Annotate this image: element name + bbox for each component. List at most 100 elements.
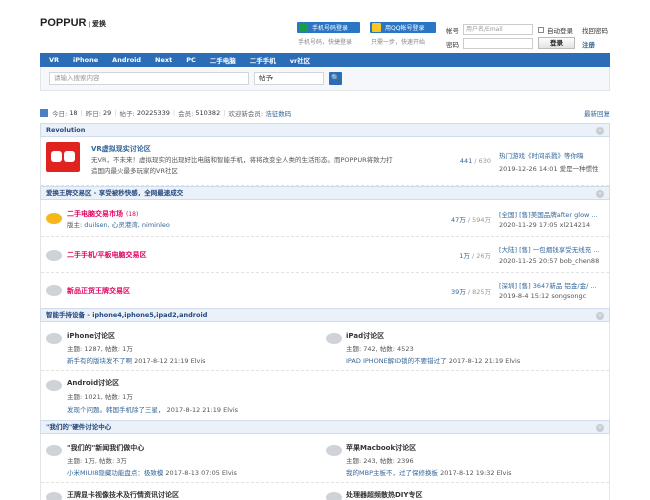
section-body-trade: 二手电脑交易市场 (18) 版主: duilsen, 心灵港湾, niminleo… [40,200,610,308]
forum-stats: 主题: 1万, 帖数: 3万 [67,457,127,465]
last-post-line: IPAD IPHONE解ID锁的不要错过了 2017-8-12 21:19 El… [346,355,606,365]
section-body-mobile: iPhone讨论区 主题: 1287, 帖数: 1万 新手有的版块发不了啊 20… [40,322,610,420]
forum-icon [46,445,62,456]
last-post-link[interactable]: 小米MIUI8隐藏功能盘点：极致模 [67,469,163,477]
forum-name-macbook[interactable]: 苹果Macbook讨论区 [346,443,416,453]
last-post-link[interactable]: [全国] [售]美国品牌after glow ... [499,209,607,219]
last-post-time: 2020-11-25 20:57 bob_chen88 [499,257,600,265]
section-title: "我们的"硬件讨论中心 [46,423,112,431]
section-header-hardware[interactable]: "我们的"硬件讨论中心 – [40,420,610,434]
forum-name-gpu[interactable]: 王牌显卡视像技术及行情资讯讨论区 [67,490,179,500]
last-post-line: 新手有的版块发不了啊 2017-8-12 21:19 Elvis [67,355,312,365]
forgot-password-link[interactable]: 找回密码 [582,25,608,35]
search-bar: 请输入搜索内容 帖子 ▾ 🔍 [40,67,610,91]
last-post-time: 2017-8-12 21:19 Elvis [166,406,239,414]
qq-icon [372,23,381,32]
forum-new-posts-icon [46,213,62,224]
section-header-trade[interactable]: 爱换王牌交易区 - 享受被秒快感，全网最速成交 – [40,186,610,200]
last-post-time: 2017-8-13 07:05 Elvis [165,469,237,477]
description-line: 造国内最火最多玩家的VR社区 [91,167,178,175]
yesterday-count: 29 [103,109,112,117]
qq-login-button[interactable]: 用QQ帐号登录 [370,22,436,33]
last-post-line: 小米MIUI8隐藏功能盘点：极致模 2017-8-13 07:05 Elvis [67,467,312,477]
section-header-revolution[interactable]: Revolution – [40,123,610,137]
forum-stats: 主题: 742, 帖数: 4523 [346,345,414,353]
nav-item-pc[interactable]: PC [179,56,203,64]
password-input[interactable] [463,38,533,49]
last-post-link[interactable]: IPAD IPHONE解ID锁的不要错过了 [346,357,447,365]
vr-headset-icon[interactable] [46,142,80,172]
forum-name-vr[interactable]: VR虚拟现实讨论区 [91,144,151,154]
yesterday-label: 昨日: [85,110,101,118]
section-header-mobile[interactable]: 智能手持设备 - iphone4,iphone5,ipad2,android – [40,308,610,322]
forum-name-cpu[interactable]: 处理器超频散热DIY专区 [346,490,422,500]
search-type-select[interactable]: 帖子 ▾ [254,72,324,85]
nav-item-android[interactable]: Android [105,56,148,64]
forum-name-used-pc[interactable]: 二手电脑交易市场 (18) [67,209,138,219]
today-posts-count: (18) [126,211,139,218]
last-post-time: 2019-12-26 14:01 爱是一种惯性 [499,165,599,173]
phone-login-subtext: 手机号码，快捷登录 [298,39,353,46]
forum-icon [46,380,62,391]
forum-icon [46,250,62,261]
site-logo[interactable]: POPPUR | 爱换 [40,17,106,29]
chevron-down-icon: ▾ [270,75,274,82]
section-body-revolution: VR虚拟现实讨论区 无VR，不未来！虚拟现实的出现好比电脑和智能手机，将将改变全… [40,137,610,186]
newest-member-link[interactable]: 浩征数码 [265,108,291,118]
site-header: POPPUR | 爱换 手机号码登录 手机号码，快捷登录 用QQ帐号登录 只需一步，… [0,0,650,52]
forum-name-news[interactable]: "我们的"新闻我们做中心 [67,443,144,453]
members-label: 会员: [178,110,194,118]
auto-login-checkbox[interactable]: 自动登录 [538,25,573,35]
logo-text: POPPUR [40,17,87,29]
collapse-icon[interactable]: – [596,424,604,432]
phone-login-label: 手机号码登录 [312,25,349,32]
search-button[interactable]: 🔍 [329,72,342,85]
nav-item-vr-community[interactable]: vr社区 [283,55,317,65]
forum-name-ipad[interactable]: iPad讨论区 [346,331,384,341]
latest-replies-link[interactable]: 最新回复 [584,108,610,118]
nav-item-iphone[interactable]: iPhone [66,56,105,64]
last-post-time: 2017-8-12 19:32 Elvis [440,469,512,477]
nav-item-next[interactable]: Next [148,56,179,64]
forum-name-android[interactable]: Android讨论区 [67,378,119,388]
post-count: 26万 [476,252,491,260]
search-input[interactable]: 请输入搜索内容 [49,72,249,85]
nav-item-vr[interactable]: VR [42,56,66,64]
account-label: 帐号 [446,27,459,35]
topic-count: 441 [459,157,473,165]
last-post-link[interactable]: 热门游戏《时间杀戮》等你嗨 [499,150,607,160]
last-post-line: 我的MBP主板不，过了保修换板 2017-8-12 19:32 Elvis [346,467,606,477]
forum-row: 二手手机/平板电脑交易区 1万 / 26万 [大陆] [售] 一包烟钱享受无线充… [41,237,609,273]
moderators-label: 版主: [67,221,83,229]
last-post-time: 2019-8-4 15:12 songsongc [499,292,587,300]
welcome-label: 欢迎新会员: [228,110,264,118]
last-post-link[interactable]: 发现个问题。韩国手机除了三星， [67,406,165,414]
forum-stats: 主题: 243, 帖数: 2396 [346,457,414,465]
forum-name-iphone[interactable]: iPhone讨论区 [67,331,115,341]
today-count: 18 [69,109,78,117]
forum-row: VR虚拟现实讨论区 无VR，不未来！虚拟现实的出现好比电脑和智能手机，将将改变全… [41,137,609,186]
forum-name-used-phone[interactable]: 二手手机/平板电脑交易区 [67,250,147,260]
account-input[interactable]: 用户名/Email [463,24,533,35]
moderator-links[interactable]: duilsen, 心灵港湾, niminleo [84,221,170,229]
phone-login-button[interactable]: 手机号码登录 [297,22,360,33]
last-post-link[interactable]: [深圳] [售] 3647新品 铝金/金/ ... [499,280,607,290]
description-line: 无VR，不未来！虚拟现实的出现好比电脑和智能手机，将将改变全人类的生活形态。而P… [91,156,393,164]
nav-item-used-phone[interactable]: 二手手机 [243,55,283,65]
login-button[interactable]: 登录 [538,37,575,49]
collapse-icon[interactable]: – [596,190,604,198]
section-title: Revolution [46,126,86,134]
chart-icon [40,109,48,117]
last-post-link[interactable]: [大陆] [售] 一包烟钱享受无线充 ... [499,244,607,254]
forum-stats: 今日: 18 | 昨日: 29 | 帖子: 20225339 | 会员: 510… [40,108,610,118]
collapse-icon[interactable]: – [596,312,604,320]
nav-item-used-pc[interactable]: 二手电脑 [203,55,243,65]
forum-name-new-goods[interactable]: 新品正货王牌交易区 [67,286,130,296]
post-count: 594万 [472,216,491,224]
forum-name-text: 二手电脑交易市场 [67,210,123,218]
collapse-icon[interactable]: – [596,127,604,135]
posts-label: 帖子: [119,110,135,118]
register-link[interactable]: 注册 [582,39,595,49]
last-post-link[interactable]: 新手有的版块发不了啊 [67,357,132,365]
last-post-link[interactable]: 我的MBP主板不，过了保修换板 [346,469,438,477]
